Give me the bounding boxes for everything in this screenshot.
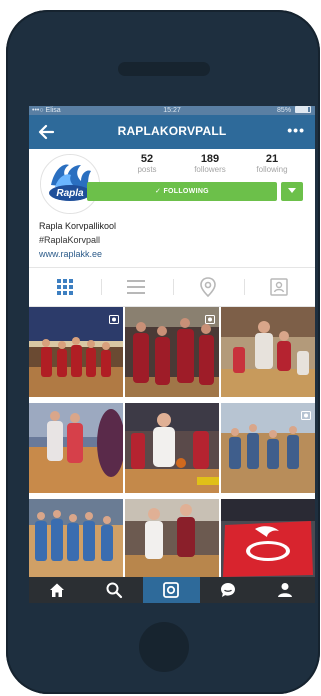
profile-hashtag[interactable]: #RaplaKorvpall [39, 235, 100, 245]
phone-speaker [118, 62, 210, 76]
coach-sideline-photo[interactable] [29, 403, 123, 493]
game-action-photo[interactable] [221, 307, 315, 397]
bottom-tab-bar [29, 577, 315, 603]
layup-photo[interactable] [125, 499, 219, 589]
view-mode-tabs [29, 267, 315, 307]
youth-lineup-photo[interactable] [29, 499, 123, 589]
nav-bar: RAPLAKORVPALL ••• [29, 115, 315, 149]
page-title: RAPLAKORVPALL [117, 124, 227, 138]
location-pin-icon[interactable] [197, 276, 219, 298]
following-button[interactable]: ✓ FOLLOWING [87, 182, 277, 201]
followers-label: followers [194, 165, 226, 174]
list-icon[interactable] [125, 276, 147, 298]
battery-icon [295, 106, 311, 113]
profile-name: Rapla Korvpallikool [39, 221, 117, 231]
more-options-icon[interactable]: ••• [287, 123, 305, 137]
followers-count: 189 [200, 153, 220, 165]
photo-grid [29, 307, 315, 577]
tagged-photos-icon[interactable] [268, 276, 290, 298]
posts-count: 52 [140, 153, 154, 165]
rapla-banner-photo[interactable] [221, 499, 315, 589]
profile-website-link[interactable]: www.raplakk.ee [39, 249, 102, 259]
status-time: 15:27 [163, 107, 181, 114]
camera-icon[interactable] [143, 577, 200, 603]
status-bar: •••○ Elisa 15:27 85% [29, 106, 315, 115]
tab-divider [101, 279, 102, 295]
tab-divider [244, 279, 245, 295]
battery-indicator: 85% [277, 106, 311, 115]
video-icon [109, 311, 119, 324]
profile-icon[interactable] [257, 577, 314, 603]
suggestions-dropdown-button[interactable] [281, 182, 303, 201]
phone-frame: •••○ Elisa 15:27 85% RAPLAKORVPALL ••• R… [6, 10, 320, 694]
player-dribbling-photo[interactable] [125, 403, 219, 493]
profile-header: Rapla 52 posts 189 followers 21 followin… [29, 149, 315, 267]
video-icon [301, 407, 311, 420]
video-icon [205, 311, 215, 324]
posts-stat[interactable]: 52 posts [117, 153, 177, 175]
following-label: following [256, 165, 288, 174]
caret-down-icon [288, 188, 296, 194]
posts-label: posts [137, 165, 157, 174]
battery-percent: 85% [277, 107, 292, 114]
activity-icon[interactable] [200, 577, 257, 603]
home-icon[interactable] [29, 577, 86, 603]
grid-icon[interactable] [54, 276, 76, 298]
following-stat[interactable]: 21 following [242, 153, 302, 175]
followers-stat[interactable]: 189 followers [180, 153, 240, 175]
phone-home-button[interactable] [139, 622, 189, 672]
back-arrow-icon[interactable] [37, 122, 57, 142]
app-screen: •••○ Elisa 15:27 85% RAPLAKORVPALL ••• R… [29, 106, 315, 603]
following-count: 21 [265, 153, 279, 165]
search-icon[interactable] [86, 577, 143, 603]
tab-divider [173, 279, 174, 295]
logo-text: Rapla [56, 188, 84, 199]
